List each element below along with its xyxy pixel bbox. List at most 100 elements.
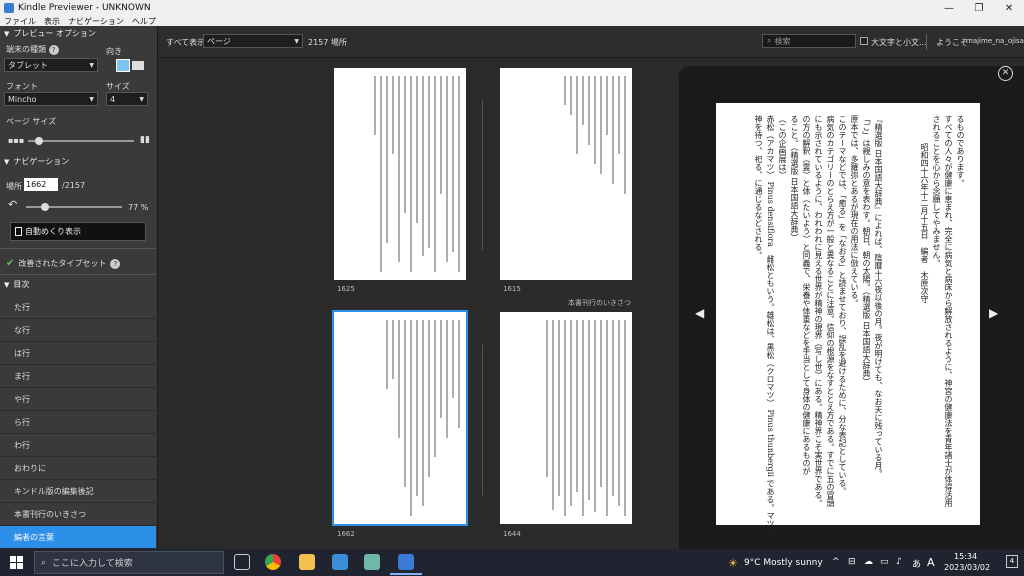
volume-icon[interactable]: ♪ — [896, 557, 902, 567]
large-grid-icon: ▮▮ — [140, 135, 150, 145]
menu-view[interactable]: 表示 — [44, 16, 60, 27]
toc-item[interactable]: おわりに — [0, 457, 156, 480]
window-title: Kindle Previewer - UNKNOWN — [18, 3, 151, 13]
toc-item-selected[interactable]: 編者の言葉 — [0, 526, 156, 549]
collapse-icon: ▼ — [4, 157, 10, 166]
device-type-value: タブレット — [8, 60, 48, 70]
network-icon[interactable]: ⊟ — [848, 557, 856, 567]
help-icon[interactable]: ? — [110, 258, 121, 269]
app-icon[interactable] — [364, 554, 380, 570]
reader-text-line: すべての人々が健康に恵まれ、完全に病気と病床から解放されるように、神宮の健康法を… — [944, 115, 953, 507]
page-thumbnail-selected[interactable] — [332, 310, 468, 526]
device-type-dropdown[interactable]: タブレット ▼ — [4, 58, 98, 72]
page-number-label: 1644 — [503, 530, 521, 538]
toc-item[interactable]: 本書刊行のいきさつ — [0, 503, 156, 526]
reader-text-line: 赤松（アカマツ） Pinus densiflora 雌松ともいう。雄松は、黒松（… — [766, 115, 775, 536]
page-text-lines — [506, 320, 626, 516]
page-thumbnail[interactable] — [500, 312, 632, 524]
toc-item[interactable]: は行 — [0, 342, 156, 365]
close-icon[interactable]: ✕ — [998, 66, 1013, 81]
search-input[interactable]: ⌕ 検索 — [762, 34, 856, 48]
autoflip-button[interactable]: 自動めくり表示 — [10, 222, 146, 241]
ime-icon[interactable]: あ — [912, 557, 921, 570]
back-arrow-icon[interactable]: ↶ — [8, 198, 17, 211]
toc-header[interactable]: ▼ 目次 — [0, 277, 156, 292]
chevron-down-icon: ▼ — [89, 95, 94, 103]
reader-text-line: 『精選版 日本国語大辞典』によれば、陰暦十六夜以後の月。夜が明けても、なお天に残… — [874, 115, 883, 478]
size-dropdown[interactable]: 4 ▼ — [106, 92, 148, 106]
page-text-lines — [506, 76, 626, 272]
reader-text-line: の方の解釈（霊）と体（たいよう）と同義で、栄養や体重などを手当として身体の健康に… — [802, 115, 811, 475]
page-size-slider[interactable] — [28, 140, 134, 142]
clock-date[interactable]: 2023/03/02 — [944, 563, 990, 572]
toc-header-label: 目次 — [13, 280, 30, 289]
windows-start-icon[interactable] — [10, 556, 23, 569]
user-name[interactable]: majime_na_ojisan — [966, 37, 1024, 45]
help-icon[interactable]: ? — [48, 45, 59, 55]
maximize-button[interactable]: ❐ — [964, 3, 994, 14]
toc-item[interactable]: キンドル版の編集後記 — [0, 480, 156, 503]
page-number-label: 1615 — [503, 285, 521, 293]
next-page-arrow-icon[interactable]: ▶ — [989, 306, 998, 320]
close-window-button[interactable]: ✕ — [994, 3, 1024, 14]
file-explorer-icon[interactable] — [299, 554, 315, 570]
landscape-orientation-button[interactable] — [132, 61, 144, 70]
notification-icon[interactable]: 4 — [1006, 555, 1018, 568]
page-thumbnail[interactable] — [334, 68, 466, 280]
welcome-label: ようこそ — [936, 38, 968, 47]
location-total: /2157 — [62, 181, 86, 190]
taskbar-search-input[interactable]: ⌕ ここに入力して検索 — [34, 551, 224, 574]
reader-text-line: 原本では、多羅弥とあるが現在の用法に倣えている。 — [850, 115, 859, 307]
toc-item[interactable]: な行 — [0, 319, 156, 342]
toc-item[interactable]: ら行 — [0, 411, 156, 434]
navigation-label: ナビゲーション — [13, 157, 70, 166]
progress-slider-thumb[interactable] — [41, 203, 50, 211]
menu-help[interactable]: ヘルプ — [132, 16, 156, 27]
case-checkbox[interactable] — [860, 37, 868, 45]
chrome-icon[interactable] — [265, 554, 281, 570]
taskbar: ⌕ ここに入力して検索 ☀ 9°C Mostly sunny ^ ⊟ ☁ ▭ ♪… — [0, 549, 1024, 576]
page-size-slider-thumb[interactable] — [34, 137, 43, 145]
minimize-button[interactable]: — — [934, 3, 964, 14]
view-dropdown[interactable]: ページ ▼ — [203, 34, 303, 48]
chevron-down-icon: ▼ — [294, 37, 299, 45]
taskbar-search-placeholder: ここに入力して検索 — [52, 559, 133, 569]
typeset-row: ✔ 改善されたタイプセット ? — [6, 258, 121, 269]
page-size-label: ページ サイズ — [6, 117, 57, 126]
chevron-down-icon: ▼ — [89, 61, 94, 69]
toc-item[interactable]: や行 — [0, 388, 156, 411]
reader-text-line: されることを心から念願してやみません。 — [932, 115, 941, 267]
clock-time[interactable]: 15:34 — [954, 552, 977, 561]
menu-file[interactable]: ファイル — [4, 16, 36, 27]
reader-text-line: ること。（精選版 日本国語大辞典） — [790, 115, 799, 242]
store-icon[interactable] — [332, 554, 348, 570]
preview-options-header[interactable]: ▼ プレビュー オプション — [0, 26, 156, 41]
cloud-icon[interactable]: ☁ — [864, 557, 873, 567]
divider — [0, 274, 156, 275]
kindle-previewer-taskbar-icon[interactable] — [398, 554, 414, 570]
input-mode-indicator[interactable]: A — [927, 556, 935, 569]
active-app-indicator — [390, 573, 422, 575]
previous-page-arrow-icon[interactable]: ◀ — [695, 306, 704, 320]
menu-bar: ファイル 表示 ナビゲーション ヘルプ — [0, 16, 1024, 26]
menu-navigation[interactable]: ナビゲーション — [68, 16, 124, 27]
font-dropdown[interactable]: Mincho ▼ — [4, 92, 98, 106]
portrait-orientation-button[interactable] — [116, 59, 130, 72]
page-number-label: 1625 — [337, 285, 355, 293]
task-view-icon[interactable] — [234, 554, 250, 570]
location-input[interactable]: 1662 — [24, 178, 58, 191]
page-thumbnail[interactable] — [500, 68, 632, 280]
battery-icon[interactable]: ▭ — [880, 557, 889, 567]
toc-item[interactable]: た行 — [0, 296, 156, 319]
toc-item[interactable]: ま行 — [0, 365, 156, 388]
flip-icon — [15, 227, 22, 236]
typeset-label: 改善されたタイプセット — [18, 259, 107, 268]
title-bar: Kindle Previewer - UNKNOWN — ❐ ✕ — [0, 0, 1024, 16]
divider — [926, 34, 927, 50]
navigation-header[interactable]: ▼ ナビゲーション — [0, 154, 156, 169]
reader-text-line: 病気のカテゴリーのとらえ方が一般と異なることに注意。信仰の根源をなすととえ方であ… — [826, 115, 835, 507]
toc-item[interactable]: わ行 — [0, 434, 156, 457]
location-label: 場所 — [6, 182, 22, 191]
weather-text[interactable]: 9°C Mostly sunny — [744, 558, 823, 568]
chevron-up-icon[interactable]: ^ — [832, 557, 840, 567]
